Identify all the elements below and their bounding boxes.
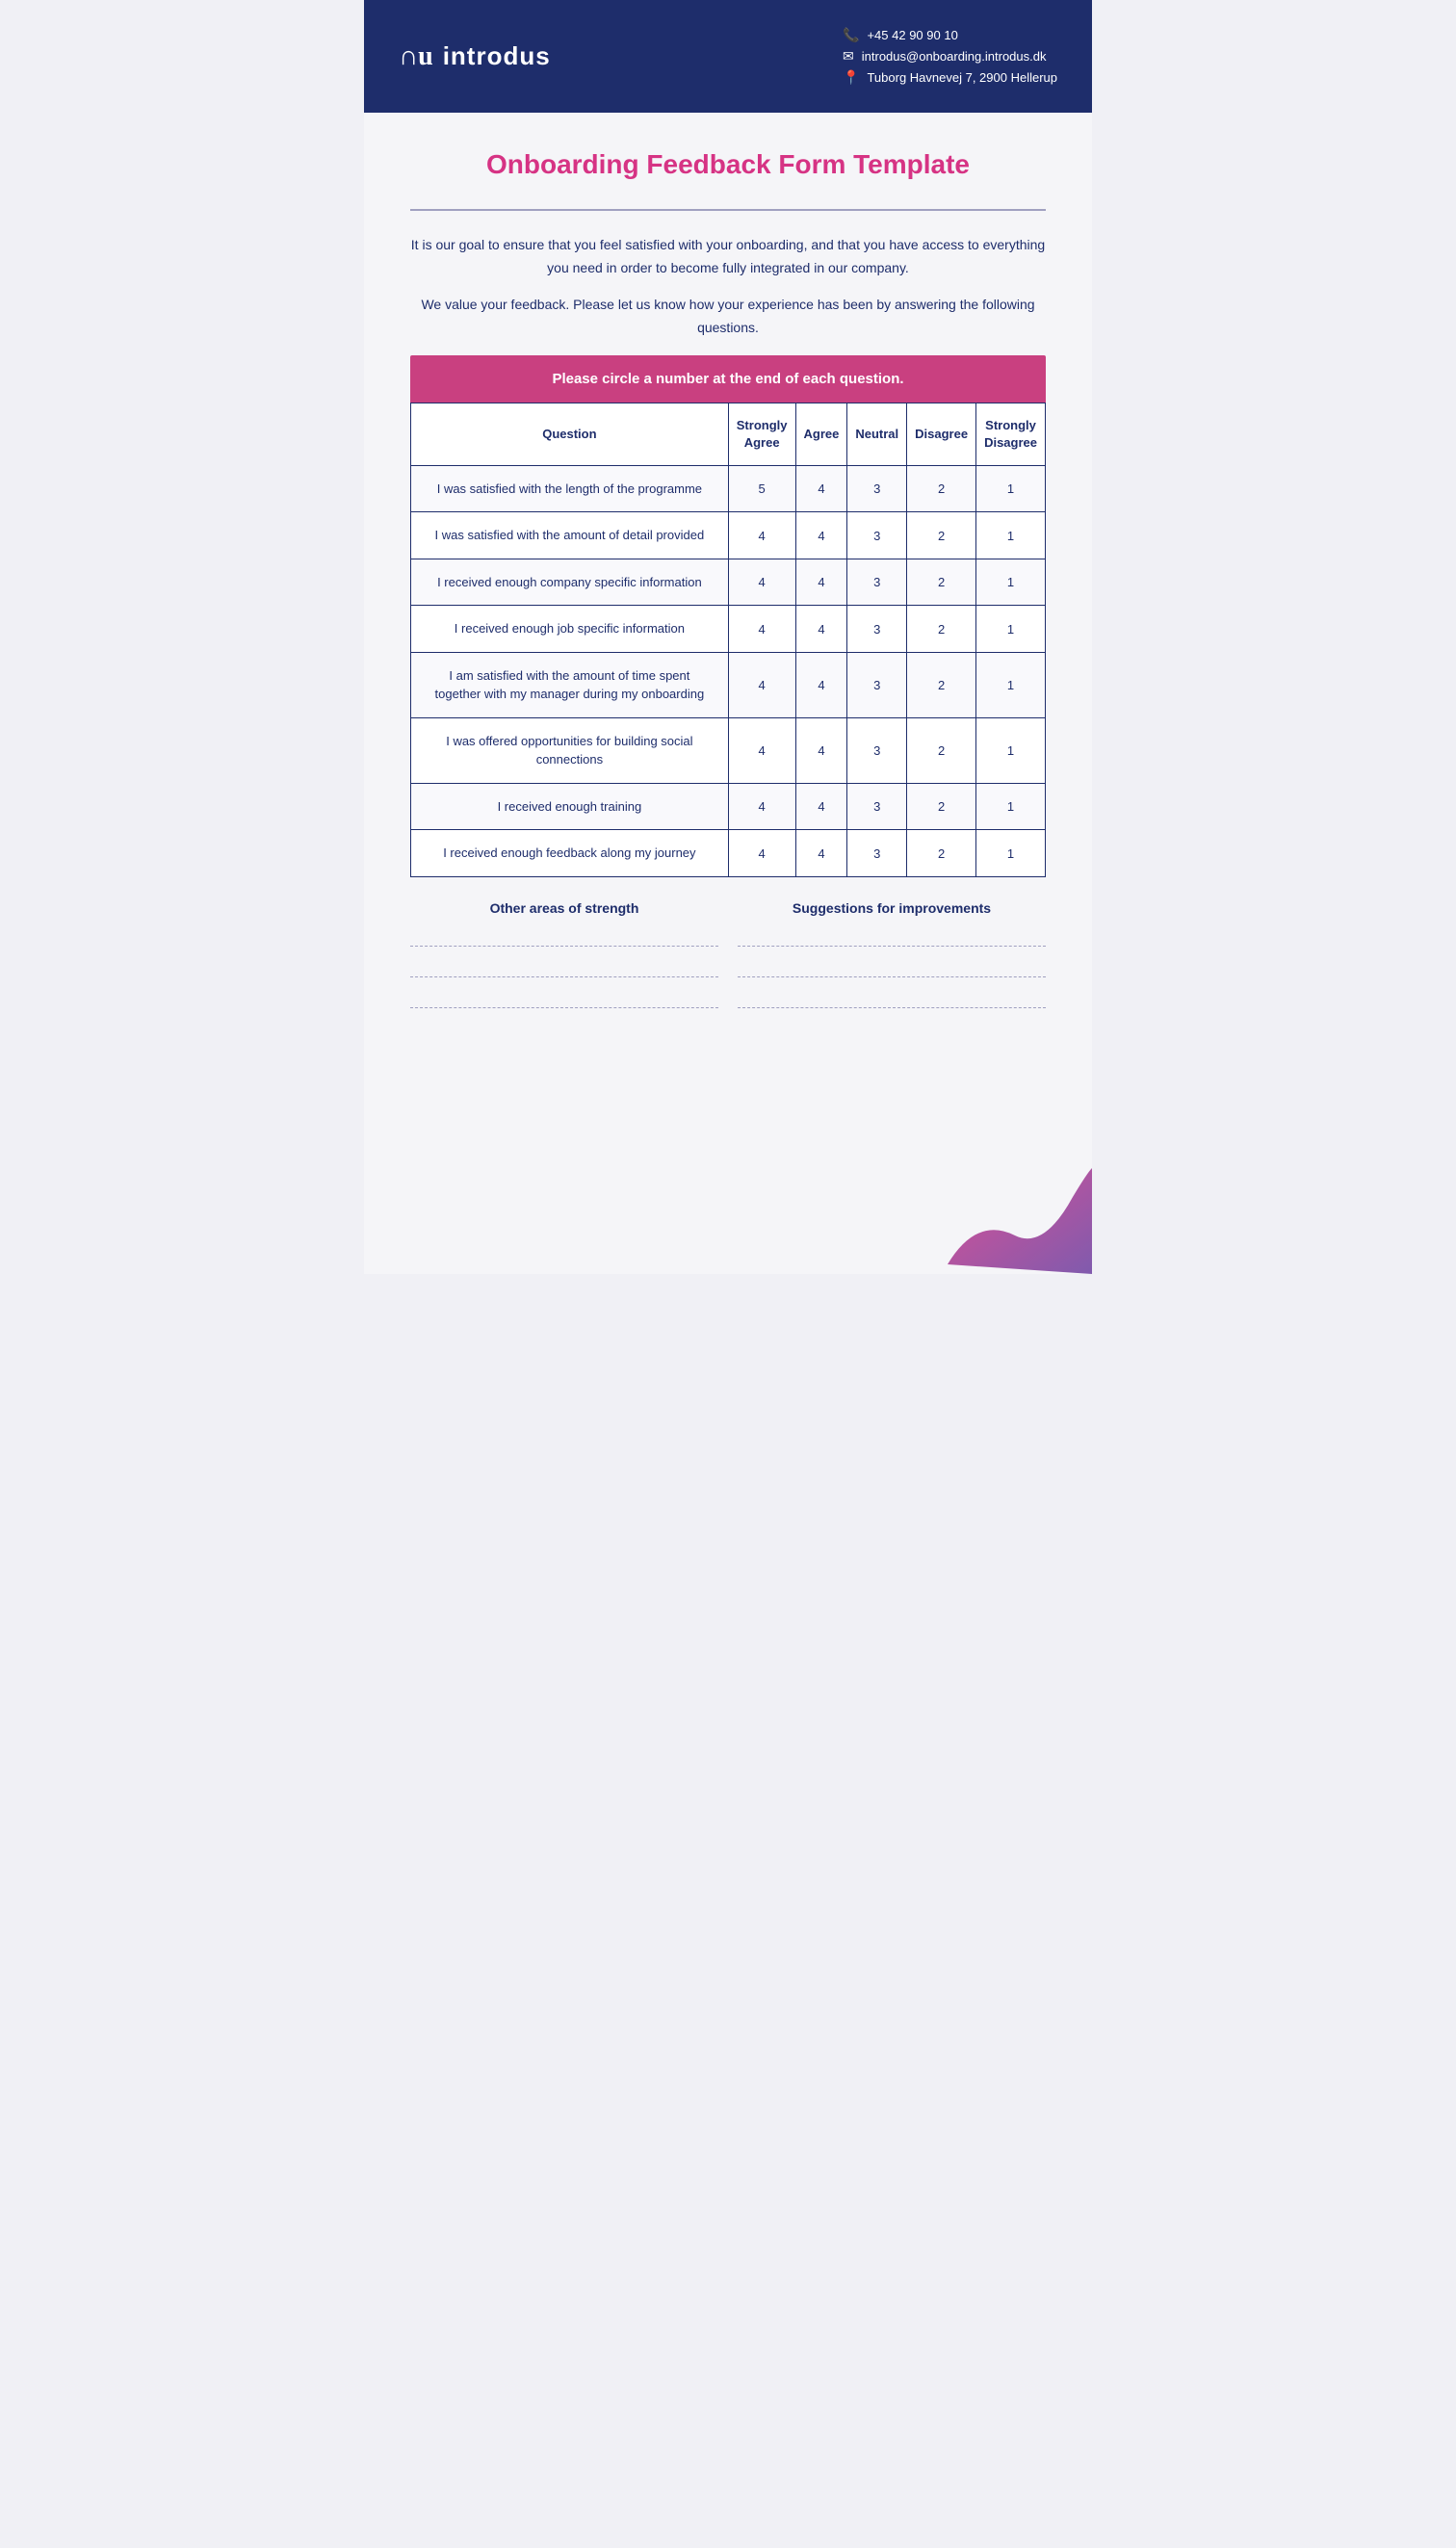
strongly-disagree-cell-8: 1 xyxy=(976,830,1046,877)
question-cell-4: I received enough job specific informati… xyxy=(411,606,729,653)
disagree-cell-3: 2 xyxy=(907,559,976,606)
title-divider xyxy=(410,209,1046,211)
contact-info: 📞 +45 42 90 90 10 ✉ introdus@onboarding.… xyxy=(843,27,1057,86)
logo-icon: ∩u xyxy=(399,41,433,72)
disagree-cell-4: 2 xyxy=(907,606,976,653)
disagree-cell-7: 2 xyxy=(907,783,976,830)
logo-text: introdus xyxy=(443,41,551,71)
strongly-disagree-cell-7: 1 xyxy=(976,783,1046,830)
suggestions-col: Suggestions for improvements xyxy=(738,900,1046,1018)
table-row: I received enough company specific infor… xyxy=(411,559,1046,606)
table-header-row: Question StronglyAgree Agree Neutral Dis… xyxy=(411,403,1046,465)
agree-cell-7: 4 xyxy=(795,783,847,830)
col-disagree: Disagree xyxy=(907,403,976,465)
col-strongly-agree: StronglyAgree xyxy=(728,403,795,465)
instruction-banner: Please circle a number at the end of eac… xyxy=(410,355,1046,403)
strongly-agree-cell-1: 5 xyxy=(728,465,795,512)
table-row: I received enough job specific informati… xyxy=(411,606,1046,653)
strongly-disagree-cell-4: 1 xyxy=(976,606,1046,653)
col-neutral: Neutral xyxy=(847,403,907,465)
disagree-cell-8: 2 xyxy=(907,830,976,877)
footer-decoration xyxy=(899,1158,1092,1274)
write-line-4 xyxy=(738,925,1046,947)
contact-phone-row: 📞 +45 42 90 90 10 xyxy=(843,27,1057,43)
agree-cell-5: 4 xyxy=(795,652,847,717)
other-strengths-col: Other areas of strength xyxy=(410,900,718,1018)
table-row: I am satisfied with the amount of time s… xyxy=(411,652,1046,717)
strongly-agree-cell-7: 4 xyxy=(728,783,795,830)
strongly-agree-cell-3: 4 xyxy=(728,559,795,606)
feedback-table: Question StronglyAgree Agree Neutral Dis… xyxy=(410,403,1046,877)
col-strongly-disagree: StronglyDisagree xyxy=(976,403,1046,465)
email-icon: ✉ xyxy=(843,48,854,65)
disagree-cell-5: 2 xyxy=(907,652,976,717)
write-line-5 xyxy=(738,956,1046,977)
table-row: I was offered opportunities for building… xyxy=(411,717,1046,783)
neutral-cell-2: 3 xyxy=(847,512,907,559)
agree-cell-1: 4 xyxy=(795,465,847,512)
col-question: Question xyxy=(411,403,729,465)
neutral-cell-6: 3 xyxy=(847,717,907,783)
form-title: Onboarding Feedback Form Template xyxy=(410,147,1046,182)
disagree-cell-1: 2 xyxy=(907,465,976,512)
neutral-cell-5: 3 xyxy=(847,652,907,717)
page: ∩u introdus 📞 +45 42 90 90 10 ✉ introdus… xyxy=(364,0,1092,1274)
contact-email-row: ✉ introdus@onboarding.introdus.dk xyxy=(843,48,1057,65)
agree-cell-6: 4 xyxy=(795,717,847,783)
question-cell-5: I am satisfied with the amount of time s… xyxy=(411,652,729,717)
question-cell-6: I was offered opportunities for building… xyxy=(411,717,729,783)
strongly-disagree-cell-2: 1 xyxy=(976,512,1046,559)
disagree-cell-2: 2 xyxy=(907,512,976,559)
location-icon: 📍 xyxy=(843,69,859,86)
main-content: Onboarding Feedback Form Template It is … xyxy=(364,113,1092,1056)
neutral-cell-8: 3 xyxy=(847,830,907,877)
write-line-6 xyxy=(738,987,1046,1008)
strongly-agree-cell-2: 4 xyxy=(728,512,795,559)
disagree-cell-6: 2 xyxy=(907,717,976,783)
strongly-agree-cell-8: 4 xyxy=(728,830,795,877)
strongly-agree-cell-6: 4 xyxy=(728,717,795,783)
strongly-agree-cell-5: 4 xyxy=(728,652,795,717)
question-cell-1: I was satisfied with the length of the p… xyxy=(411,465,729,512)
neutral-cell-3: 3 xyxy=(847,559,907,606)
neutral-cell-1: 3 xyxy=(847,465,907,512)
logo-area: ∩u introdus xyxy=(399,41,551,72)
strongly-disagree-cell-6: 1 xyxy=(976,717,1046,783)
agree-cell-8: 4 xyxy=(795,830,847,877)
header: ∩u introdus 📞 +45 42 90 90 10 ✉ introdus… xyxy=(364,0,1092,113)
question-cell-2: I was satisfied with the amount of detai… xyxy=(411,512,729,559)
table-row: I received enough feedback along my jour… xyxy=(411,830,1046,877)
suggestions-label: Suggestions for improvements xyxy=(738,900,1046,916)
write-line-1 xyxy=(410,925,718,947)
table-row: I received enough training 4 4 3 2 1 xyxy=(411,783,1046,830)
table-row: I was satisfied with the amount of detai… xyxy=(411,512,1046,559)
table-row: I was satisfied with the length of the p… xyxy=(411,465,1046,512)
write-line-3 xyxy=(410,987,718,1008)
contact-address-row: 📍 Tuborg Havnevej 7, 2900 Hellerup xyxy=(843,69,1057,86)
col-agree: Agree xyxy=(795,403,847,465)
neutral-cell-7: 3 xyxy=(847,783,907,830)
intro-text: It is our goal to ensure that you feel s… xyxy=(410,234,1046,339)
question-cell-7: I received enough training xyxy=(411,783,729,830)
neutral-cell-4: 3 xyxy=(847,606,907,653)
agree-cell-4: 4 xyxy=(795,606,847,653)
contact-phone: +45 42 90 90 10 xyxy=(867,28,957,42)
intro-paragraph-1: It is our goal to ensure that you feel s… xyxy=(410,234,1046,280)
strongly-disagree-cell-1: 1 xyxy=(976,465,1046,512)
agree-cell-3: 4 xyxy=(795,559,847,606)
strongly-agree-cell-4: 4 xyxy=(728,606,795,653)
contact-address: Tuborg Havnevej 7, 2900 Hellerup xyxy=(867,70,1057,85)
write-line-2 xyxy=(410,956,718,977)
bottom-section: Other areas of strength Suggestions for … xyxy=(410,900,1046,1018)
agree-cell-2: 4 xyxy=(795,512,847,559)
question-cell-8: I received enough feedback along my jour… xyxy=(411,830,729,877)
strongly-disagree-cell-3: 1 xyxy=(976,559,1046,606)
other-strengths-label: Other areas of strength xyxy=(410,900,718,916)
phone-icon: 📞 xyxy=(843,27,859,43)
question-cell-3: I received enough company specific infor… xyxy=(411,559,729,606)
intro-paragraph-2: We value your feedback. Please let us kn… xyxy=(410,294,1046,340)
strongly-disagree-cell-5: 1 xyxy=(976,652,1046,717)
contact-email: introdus@onboarding.introdus.dk xyxy=(862,49,1047,64)
